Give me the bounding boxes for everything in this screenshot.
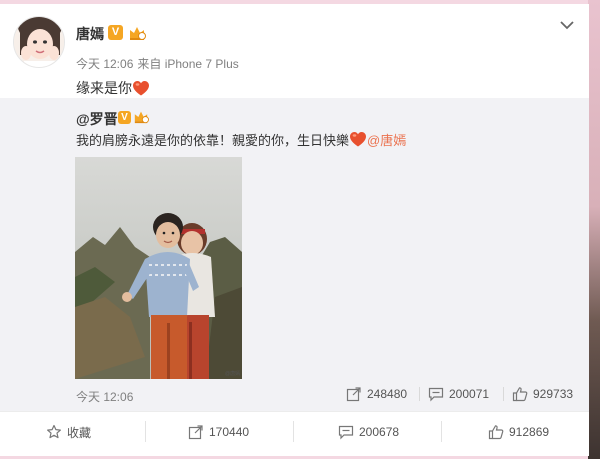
favorite-button[interactable]: 收藏 xyxy=(46,420,91,444)
thumbs-up-icon xyxy=(488,425,504,440)
comment-icon xyxy=(338,425,354,440)
share-icon xyxy=(188,425,203,440)
repost-text-row: 我的肩膀永遠是你的依靠！親愛的你，生日快樂 @唐嫣 xyxy=(76,130,406,149)
heart-icon xyxy=(350,132,367,147)
svg-text:@唐嫣: @唐嫣 xyxy=(225,370,240,377)
comment-button[interactable]: 200678 xyxy=(338,420,399,444)
like-count: 912869 xyxy=(509,425,550,439)
verified-icon[interactable]: V xyxy=(118,111,131,124)
verified-icon[interactable]: V xyxy=(108,25,123,40)
post-source: 来自 iPhone 7 Plus xyxy=(137,57,239,71)
repost-comment-count: 200071 xyxy=(449,387,490,401)
repost-text: 我的肩膀永遠是你的依靠！親愛的你，生日快樂 xyxy=(76,133,350,148)
star-icon xyxy=(47,424,61,439)
thumbs-up-icon xyxy=(512,387,528,402)
comment-count: 200678 xyxy=(359,425,400,439)
divider xyxy=(419,387,420,401)
repost-share-count: 248480 xyxy=(367,387,408,401)
post-photo[interactable]: @唐嫣 xyxy=(75,157,242,379)
chevron-down-icon[interactable] xyxy=(560,20,574,30)
repost-comment-button[interactable]: 200071 xyxy=(428,384,489,404)
post-text: 缘来是你 xyxy=(76,80,132,96)
divider xyxy=(441,421,442,442)
avatar[interactable] xyxy=(13,16,65,68)
repost-like-count: 929733 xyxy=(533,387,574,401)
comment-icon xyxy=(428,387,444,402)
heart-icon xyxy=(133,80,149,95)
background-strip xyxy=(588,0,600,459)
member-crown-icon[interactable] xyxy=(133,109,149,124)
like-button[interactable]: 912869 xyxy=(488,420,549,444)
divider xyxy=(145,421,146,442)
divider xyxy=(503,387,504,401)
post-meta: 今天 12:06 来自 iPhone 7 Plus xyxy=(76,55,239,72)
post-text-row: 缘来是你 xyxy=(76,78,150,98)
favorite-label: 收藏 xyxy=(67,425,92,440)
share-icon xyxy=(346,387,361,402)
share-button[interactable]: 170440 xyxy=(188,420,249,444)
member-crown-icon[interactable] xyxy=(128,24,146,41)
post-username[interactable]: 唐嫣 xyxy=(76,24,104,44)
mention-link[interactable]: @唐嫣 xyxy=(367,130,406,149)
share-count: 170440 xyxy=(209,425,250,439)
repost-like-button[interactable]: 929733 xyxy=(512,384,573,404)
repost-share-button[interactable]: 248480 xyxy=(346,384,407,404)
repost-time[interactable]: 今天 12:06 xyxy=(76,388,133,405)
post-time[interactable]: 今天 12:06 xyxy=(76,57,133,71)
divider xyxy=(293,421,294,442)
repost-username[interactable]: @罗晋 xyxy=(76,109,118,129)
